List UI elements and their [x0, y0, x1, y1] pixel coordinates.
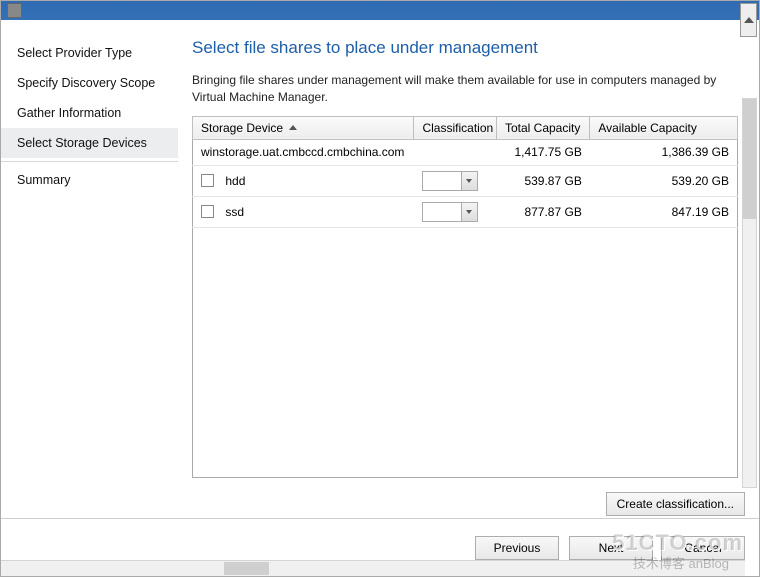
- page-title: Select file shares to place under manage…: [192, 38, 749, 58]
- previous-button[interactable]: Previous: [475, 536, 559, 560]
- watermark-sub: 技术博客 anBlog: [633, 553, 729, 572]
- vertical-scrollbar-thumb[interactable]: [743, 99, 756, 219]
- table-row[interactable]: ssd 877.87 GB 847.19 GB: [193, 196, 738, 227]
- sidebar-item-specify-discovery-scope[interactable]: Specify Discovery Scope: [1, 68, 178, 98]
- cell-available: 539.20 GB: [590, 165, 738, 196]
- sidebar-item-select-provider-type[interactable]: Select Provider Type: [1, 38, 178, 68]
- cell-device: ssd: [193, 196, 414, 227]
- cell-device: winstorage.uat.cmbccd.cmbchina.com: [193, 139, 414, 165]
- main-panel: Select file shares to place under manage…: [178, 20, 759, 518]
- chevron-down-icon[interactable]: [461, 172, 477, 190]
- cell-classification: [414, 196, 497, 227]
- checkbox[interactable]: [201, 205, 214, 218]
- grid-empty-area: [192, 228, 738, 478]
- chevron-down-icon[interactable]: [461, 203, 477, 221]
- window-icon: [7, 3, 22, 18]
- classification-dropdown[interactable]: [422, 202, 478, 222]
- col-header-total-capacity[interactable]: Total Capacity: [496, 116, 589, 139]
- create-classification-button[interactable]: Create classification...: [606, 492, 745, 516]
- page-description: Bringing file shares under management wi…: [192, 72, 737, 106]
- cell-available: 1,386.39 GB: [590, 139, 738, 165]
- cell-device: hdd: [193, 165, 414, 196]
- cell-total: 877.87 GB: [496, 196, 589, 227]
- col-header-storage-device[interactable]: Storage Device: [193, 116, 414, 139]
- storage-grid-wrap: Storage Device Classification Total Capa…: [192, 116, 749, 478]
- wizard-steps-sidebar: Select Provider Type Specify Discovery S…: [1, 20, 178, 518]
- sidebar-item-summary[interactable]: Summary: [1, 165, 178, 195]
- storage-grid: Storage Device Classification Total Capa…: [192, 116, 738, 228]
- cell-available: 847.19 GB: [590, 196, 738, 227]
- horizontal-scrollbar-thumb[interactable]: [224, 562, 269, 575]
- col-header-classification[interactable]: Classification: [414, 116, 497, 139]
- col-header-available-capacity[interactable]: Available Capacity: [590, 116, 738, 139]
- checkbox[interactable]: [201, 174, 214, 187]
- share-label: hdd: [225, 174, 245, 188]
- classification-dropdown[interactable]: [422, 171, 478, 191]
- sidebar-item-gather-information[interactable]: Gather Information: [1, 98, 178, 128]
- grid-header-row: Storage Device Classification Total Capa…: [193, 116, 738, 139]
- cell-classification: [414, 139, 497, 165]
- table-row[interactable]: hdd 539.87 GB 539.20 GB: [193, 165, 738, 196]
- vertical-scrollbar[interactable]: [742, 98, 757, 488]
- cell-total: 1,417.75 GB: [496, 139, 589, 165]
- sidebar-separator: [1, 161, 178, 162]
- cell-classification: [414, 165, 497, 196]
- sidebar-item-select-storage-devices[interactable]: Select Storage Devices: [1, 128, 178, 158]
- wizard-body: Select Provider Type Specify Discovery S…: [1, 20, 759, 518]
- title-bar: [1, 1, 759, 20]
- table-row[interactable]: winstorage.uat.cmbccd.cmbchina.com 1,417…: [193, 139, 738, 165]
- cell-total: 539.87 GB: [496, 165, 589, 196]
- share-label: ssd: [225, 205, 244, 219]
